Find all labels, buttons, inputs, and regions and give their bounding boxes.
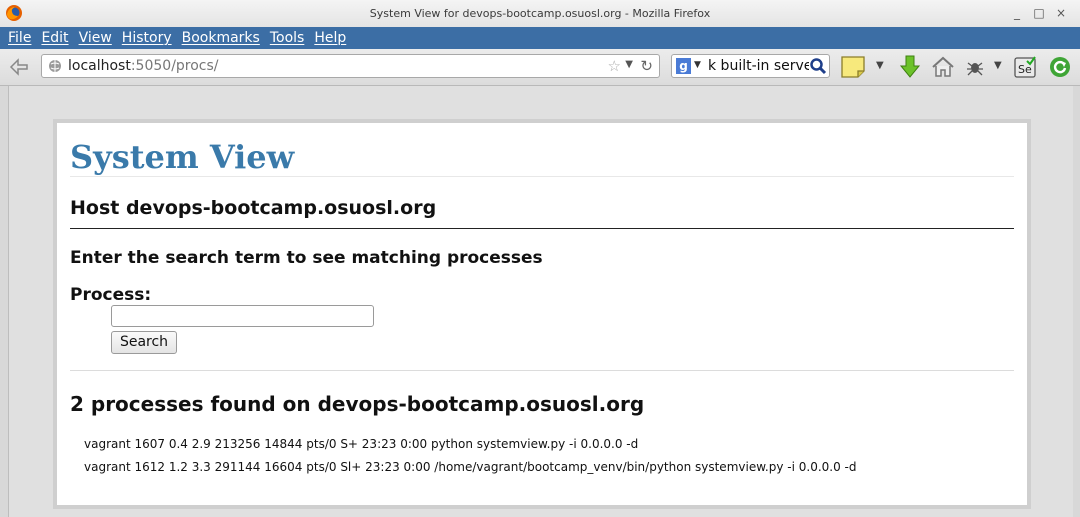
menu-view[interactable]: View [79, 30, 112, 46]
selenium-icon[interactable]: Se [1013, 55, 1037, 79]
google-g-icon[interactable]: g [676, 58, 691, 74]
refresh-green-icon[interactable] [1048, 55, 1072, 79]
page-title: System View [70, 138, 295, 176]
host-divider [70, 228, 1014, 229]
search-bar[interactable]: g ▼ k built-in server [671, 54, 830, 78]
host-heading: Host devops-bootcamp.osuosl.org [70, 197, 437, 219]
reload-icon[interactable]: ↻ [640, 57, 653, 75]
menu-tools[interactable]: Tools [270, 30, 305, 46]
page-container: System View Host devops-bootcamp.osuosl.… [53, 119, 1031, 509]
url-text[interactable]: localhost:5050/procs/ [68, 58, 219, 74]
menu-history[interactable]: History [122, 30, 172, 46]
minimize-button[interactable]: _ [1006, 4, 1028, 22]
bookmark-star-icon[interactable]: ☆ [608, 57, 621, 75]
sticky-dropdown-icon[interactable]: ▼ [876, 60, 884, 84]
search-input[interactable]: k built-in server [708, 58, 818, 74]
menu-help[interactable]: Help [314, 30, 346, 46]
globe-icon [49, 60, 61, 72]
menu-bar: File Edit View History Bookmarks Tools H… [0, 27, 1080, 49]
process-row: vagrant 1607 0.4 2.9 213256 14844 pts/0 … [84, 437, 639, 451]
menu-edit[interactable]: Edit [41, 30, 68, 46]
process-row: vagrant 1612 1.2 3.3 291144 16604 pts/0 … [84, 460, 857, 474]
firebug-dropdown-icon[interactable]: ▼ [994, 60, 1002, 84]
url-host: localhost [68, 58, 131, 74]
back-arrow-icon[interactable] [8, 57, 30, 77]
maximize-button[interactable]: □ [1028, 4, 1050, 22]
title-divider [70, 176, 1014, 177]
url-dropdown-icon[interactable]: ▼ [625, 59, 633, 70]
sticky-note-icon[interactable] [840, 55, 866, 79]
search-engine-dropdown-icon[interactable]: ▼ [694, 60, 701, 70]
close-button[interactable]: × [1050, 4, 1072, 22]
home-icon[interactable] [931, 55, 955, 79]
navigation-toolbar: localhost:5050/procs/ ☆ ▼ ↻ g ▼ k built-… [0, 49, 1080, 86]
process-list: vagrant 1607 0.4 2.9 213256 14844 pts/0 … [84, 433, 856, 479]
menu-file[interactable]: File [8, 30, 31, 46]
download-arrow-icon[interactable] [898, 55, 922, 79]
url-path: :5050/procs/ [130, 58, 219, 74]
results-heading: 2 processes found on devops-bootcamp.osu… [70, 392, 645, 416]
search-button[interactable]: Search [111, 331, 177, 354]
menu-bookmarks[interactable]: Bookmarks [182, 30, 260, 46]
firebug-icon[interactable] [964, 55, 986, 79]
process-label: Process: [70, 285, 152, 305]
search-prompt-heading: Enter the search term to see matching pr… [70, 248, 543, 268]
magnifier-icon[interactable] [809, 57, 827, 75]
window-title: System View for devops-bootcamp.osuosl.o… [369, 7, 711, 20]
url-bar[interactable]: localhost:5050/procs/ ☆ ▼ ↻ [41, 54, 660, 78]
window-titlebar: System View for devops-bootcamp.osuosl.o… [0, 0, 1080, 28]
process-search-input[interactable] [111, 305, 374, 327]
results-divider [70, 370, 1014, 371]
